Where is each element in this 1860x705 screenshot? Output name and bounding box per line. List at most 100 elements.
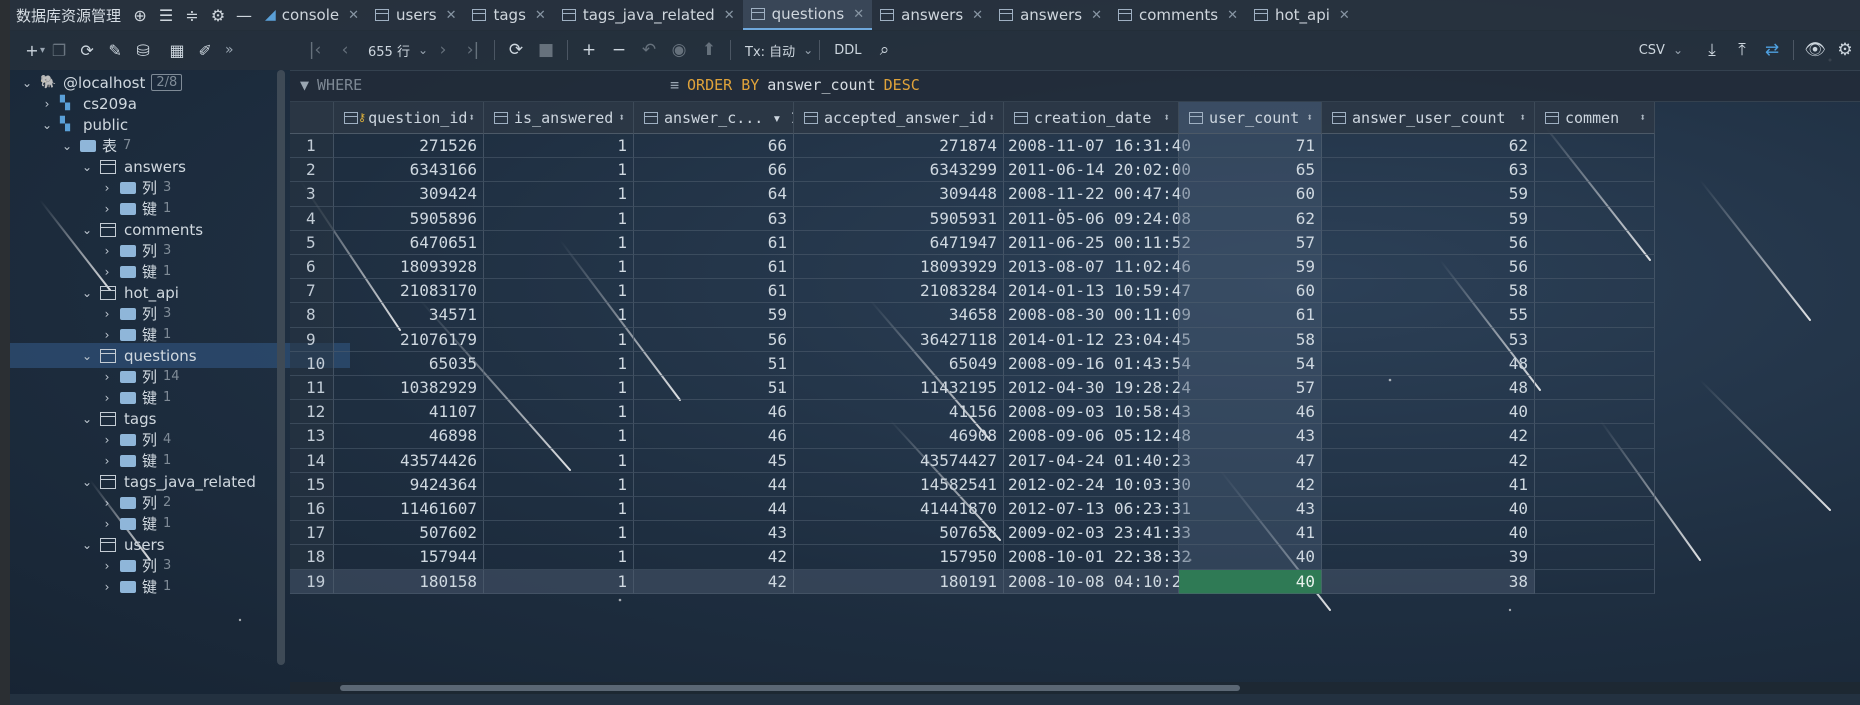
close-icon[interactable]: ✕ [446, 8, 457, 23]
table-cell[interactable]: 5905896 [334, 206, 484, 231]
ddl-button[interactable]: DDL [834, 43, 861, 58]
chevron-down-icon[interactable]: ⌄ [80, 286, 94, 300]
table-cell[interactable]: 1 [484, 158, 634, 183]
chevron-right-icon[interactable]: › [100, 496, 114, 510]
table-cell[interactable]: 56 [634, 327, 794, 352]
table-cell[interactable]: 46 [1179, 400, 1322, 425]
copy-icon[interactable]: ❐ [45, 35, 73, 65]
row-number[interactable]: 7 [290, 279, 334, 304]
table-cell[interactable]: 271874 [794, 134, 1004, 159]
row-number[interactable]: 5 [290, 230, 334, 255]
table-cell[interactable]: 21076179 [334, 327, 484, 352]
table-cell[interactable]: 55 [1322, 303, 1535, 328]
table-cell[interactable]: 42 [1322, 424, 1535, 449]
chevron-down-icon[interactable]: ⌄ [80, 349, 94, 363]
row-number[interactable]: 17 [290, 521, 334, 546]
table-cell[interactable]: 11432195 [794, 376, 1004, 401]
tab-answers[interactable]: answers ✕ [872, 0, 991, 30]
table-cell[interactable]: 1 [484, 206, 634, 231]
table-cell[interactable]: 46 [634, 400, 794, 425]
eye-icon[interactable]: 👁 [1800, 35, 1830, 65]
table-cell[interactable]: 43 [634, 521, 794, 546]
table-cell[interactable]: 1 [484, 351, 634, 376]
chevron-right-icon[interactable]: › [100, 265, 114, 279]
table-cell[interactable]: 42 [634, 545, 794, 570]
table-cell[interactable] [1535, 255, 1655, 280]
upload-icon[interactable]: ⤒ [1727, 35, 1757, 65]
sort-toggle-icon[interactable]: ⬍ [1306, 111, 1313, 124]
table-cell[interactable]: 63 [1322, 158, 1535, 183]
database-stop-icon[interactable]: ⛁ [129, 35, 157, 65]
column-header-creation_date[interactable]: creation_date ⬍ [1004, 102, 1179, 134]
table-cell[interactable]: 59 [1322, 206, 1535, 231]
table-cell[interactable]: 2008-10-08 04:10:25 [1004, 569, 1191, 594]
table-cell[interactable]: 2011-05-06 09:24:08 [1004, 206, 1191, 231]
stop-icon[interactable]: ■ [531, 35, 561, 65]
row-number[interactable]: 11 [290, 376, 334, 401]
table-cell[interactable]: 2014-01-13 10:59:47 [1004, 279, 1191, 304]
last-page-icon[interactable]: ›| [458, 35, 488, 65]
table-cell[interactable]: 42 [1322, 448, 1535, 473]
row-number[interactable]: 13 [290, 424, 334, 449]
table-cell[interactable]: 57 [1179, 376, 1322, 401]
sort-toggle-icon[interactable]: ⬍ [468, 111, 475, 124]
table-cell[interactable]: 1 [484, 400, 634, 425]
table-cell[interactable]: 2013-08-07 11:02:46 [1004, 255, 1191, 280]
row-number[interactable]: 12 [290, 400, 334, 425]
tab-answers[interactable]: answers ✕ [991, 0, 1110, 30]
table-cell[interactable]: 66 [634, 158, 794, 183]
table-cell[interactable]: 41441870 [794, 497, 1004, 522]
table-cell[interactable] [1535, 424, 1655, 449]
table-cell[interactable]: 271526 [334, 134, 484, 159]
table-cell[interactable]: 51 [634, 376, 794, 401]
table-cell[interactable]: 507658 [794, 521, 1004, 546]
table-cell[interactable]: 1 [484, 448, 634, 473]
tab-questions[interactable]: questions ✕ [742, 0, 873, 30]
table-cell[interactable]: 1 [484, 279, 634, 304]
close-icon[interactable]: ✕ [853, 7, 864, 22]
column-header-question_id[interactable]: ⚷ question_id ⬍ [334, 102, 484, 134]
more-chevron-icon[interactable]: » [225, 42, 234, 58]
table-cell[interactable]: 43574426 [334, 448, 484, 473]
table-cell[interactable]: 62 [1322, 134, 1535, 159]
row-number[interactable]: 18 [290, 545, 334, 570]
table-cell[interactable]: 2008-09-06 05:12:48 [1004, 424, 1191, 449]
table-cell[interactable]: 61 [634, 279, 794, 304]
table-cell[interactable]: 60 [1179, 279, 1322, 304]
sort-toggle-icon[interactable]: ⬍ [1639, 111, 1646, 124]
table-cell[interactable]: 41156 [794, 400, 1004, 425]
table-cell[interactable]: 61 [634, 230, 794, 255]
table-cell[interactable]: 2012-02-24 10:03:30 [1004, 472, 1191, 497]
table-cell[interactable]: 60 [1179, 182, 1322, 207]
row-number[interactable]: 15 [290, 472, 334, 497]
table-cell[interactable]: 54 [1179, 351, 1322, 376]
row-number[interactable]: 16 [290, 497, 334, 522]
row-number[interactable]: 19 [290, 569, 334, 594]
table-cell[interactable]: 63 [634, 206, 794, 231]
table-cell[interactable]: 44 [634, 497, 794, 522]
row-number[interactable]: 8 [290, 303, 334, 328]
download-icon[interactable]: ⤓ [1697, 35, 1727, 65]
table-cell[interactable]: 180158 [334, 569, 484, 594]
table-cell[interactable]: 2008-11-07 16:31:40 [1004, 134, 1191, 159]
close-icon[interactable]: ✕ [348, 8, 359, 23]
table-cell[interactable] [1535, 134, 1655, 159]
pencil-icon[interactable]: ✐ [191, 35, 219, 65]
table-cell[interactable]: 39 [1322, 545, 1535, 570]
table-cell[interactable] [1535, 521, 1655, 546]
delete-row-icon[interactable]: − [604, 35, 634, 65]
chevron-right-icon[interactable]: › [100, 307, 114, 321]
table-cell[interactable]: 2011-06-14 20:02:00 [1004, 158, 1191, 183]
table-cell[interactable]: 1 [484, 255, 634, 280]
table-cell[interactable]: 2009-02-03 23:41:33 [1004, 521, 1191, 546]
chevron-down-icon[interactable]: ⌄ [1673, 43, 1683, 57]
column-header-accepted_answer_id[interactable]: accepted_answer_id ⬍ [794, 102, 1004, 134]
table-cell[interactable]: 157944 [334, 545, 484, 570]
preview-changes-icon[interactable]: ◉ [664, 35, 694, 65]
table-cell[interactable] [1535, 327, 1655, 352]
table-cell[interactable]: 43 [1179, 497, 1322, 522]
row-number[interactable]: 14 [290, 448, 334, 473]
table-cell[interactable]: 40 [1322, 400, 1535, 425]
tab-console[interactable]: ◢ console ✕ [257, 0, 367, 30]
horizontal-scrollbar[interactable] [290, 682, 1860, 694]
